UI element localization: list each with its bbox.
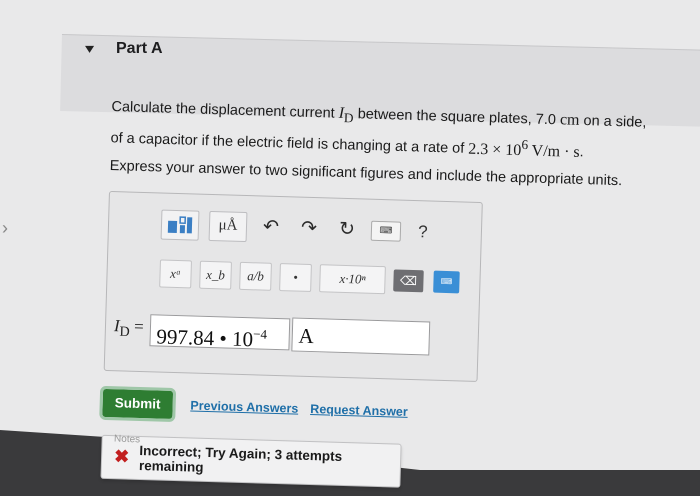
submit-button[interactable]: Submit — [99, 385, 176, 422]
part-title[interactable]: Part A — [116, 40, 163, 58]
question-content: Calculate the displacement current ID be… — [99, 90, 700, 496]
subscript-button[interactable]: x_b — [199, 260, 232, 290]
fraction-button[interactable]: a/b — [239, 261, 272, 291]
keyboard-toggle-icon[interactable]: ⌨ — [433, 270, 460, 293]
question-text: Calculate the displacement current ID be… — [110, 98, 647, 161]
answer-row: ID = 997.84 • 10−4 A — [113, 312, 431, 356]
previous-answers-link[interactable]: Previous Answers — [190, 398, 298, 415]
toolbar-row-2: xᵃ x_b a/b • x·10ⁿ ⌫ ⌨ — [159, 259, 460, 296]
notes-tab[interactable]: Notes — [114, 434, 140, 446]
reset-icon[interactable]: ↻ — [333, 215, 362, 244]
collapse-caret-icon[interactable]: ▾ — [85, 40, 94, 57]
superscript-button[interactable]: xᵃ — [159, 259, 192, 288]
dot-button[interactable]: • — [279, 262, 312, 292]
undo-icon[interactable]: ↶ — [257, 213, 286, 242]
templates-button[interactable] — [160, 209, 200, 241]
feedback-box: ✖ Incorrect; Try Again; 3 attempts remai… — [100, 434, 402, 488]
scientific-notation-button[interactable]: x·10ⁿ — [319, 263, 386, 294]
previous-part-arrow[interactable]: › — [2, 218, 8, 239]
toolbar-row-1: μÅ ↶ ↷ ↻ ⌨ ? — [160, 209, 446, 247]
action-row: Submit Previous Answers Request Answer — [99, 385, 700, 434]
answer-box: μÅ ↶ ↷ ↻ ⌨ ? xᵃ x_b a/b • x·10ⁿ ⌫ ⌨ ID =… — [103, 190, 483, 382]
help-icon[interactable]: ? — [411, 217, 436, 246]
templates-icon — [167, 215, 193, 233]
answer-unit-field[interactable]: A — [291, 316, 431, 356]
answer-value-field[interactable]: 997.84 • 10−4 — [149, 313, 291, 351]
keyboard-icon[interactable]: ⌨ — [370, 220, 402, 242]
feedback-text: Incorrect; Try Again; 3 attempts remaini… — [138, 442, 343, 475]
incorrect-icon: ✖ — [113, 446, 130, 467]
request-answer-link[interactable]: Request Answer — [310, 402, 408, 419]
units-button[interactable]: μÅ — [208, 210, 248, 242]
answer-label: ID = — [113, 316, 145, 341]
redo-icon[interactable]: ↷ — [295, 214, 324, 243]
delete-icon[interactable]: ⌫ — [393, 268, 424, 292]
